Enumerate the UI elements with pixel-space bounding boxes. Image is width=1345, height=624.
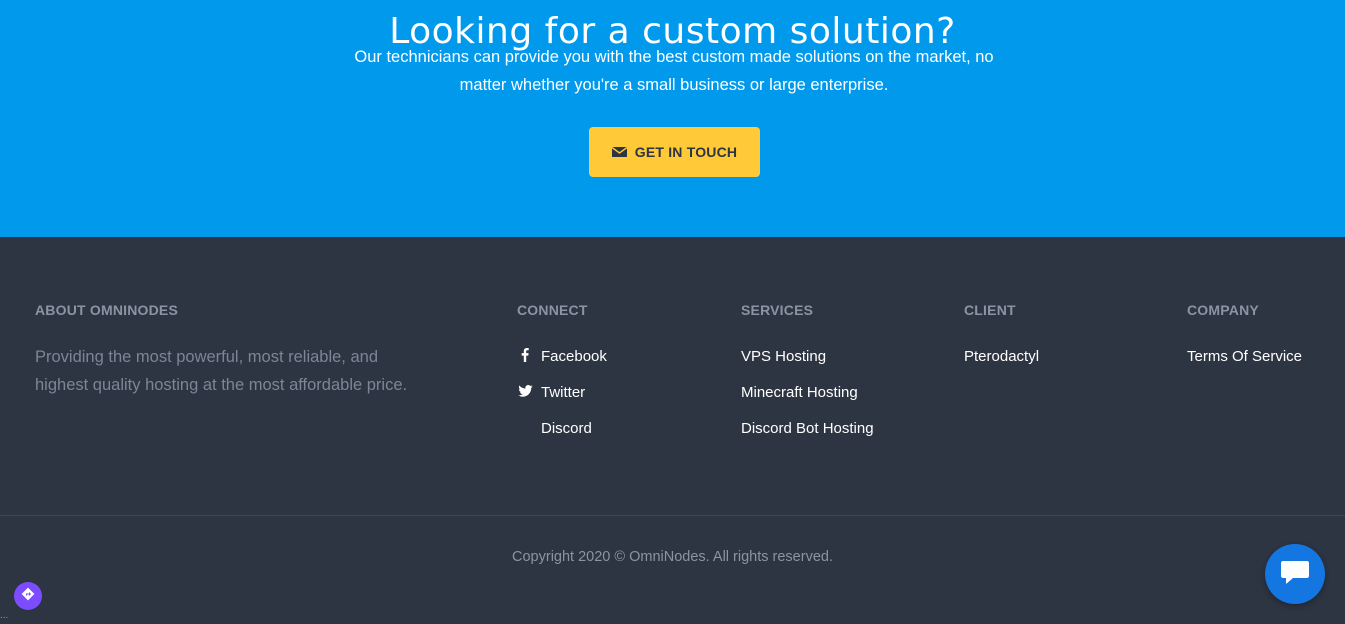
connect-list: Facebook Twitter Discord [517,345,607,453]
navigation-widget-button[interactable] [14,582,42,610]
minecraft-hosting-label: Minecraft Hosting [741,384,858,401]
get-in-touch-button[interactable]: GET IN TOUCH [589,127,760,177]
client-list: Pterodactyl [964,345,1039,381]
facebook-label: Facebook [541,348,607,365]
vps-hosting-label: VPS Hosting [741,348,827,365]
about-text: Providing the most powerful, most reliab… [35,348,408,394]
facebook-link[interactable]: Facebook [517,345,607,381]
facebook-icon [517,345,533,365]
site-footer: ABOUT OMNINODES Providing the most power… [0,237,1345,624]
footer-divider [0,515,1345,516]
corner-text: ... [0,610,9,621]
terms-of-service-link[interactable]: Terms Of Service [1187,345,1302,381]
about-heading: ABOUT OMNINODES [35,302,178,318]
twitter-link[interactable]: Twitter [517,381,607,417]
envelope-icon [611,146,627,158]
cta-section: Looking for a custom solution? Our techn… [0,0,1345,237]
company-list: Terms Of Service [1187,345,1302,381]
chat-icon [1280,559,1310,590]
discord-label: Discord [541,420,592,437]
chat-launcher-button[interactable] [1265,544,1325,604]
company-heading: COMPANY [1187,302,1259,318]
minecraft-hosting-link[interactable]: Minecraft Hosting [741,381,874,417]
cta-description: Our technicians can provide you with the… [354,48,994,94]
twitter-label: Twitter [541,384,586,401]
connect-heading: CONNECT [517,302,588,318]
twitter-icon [517,381,533,401]
vps-hosting-link[interactable]: VPS Hosting [741,345,874,381]
discord-bot-hosting-label: Discord Bot Hosting [741,420,874,437]
services-list: VPS Hosting Minecraft Hosting Discord Bo… [741,345,874,453]
discord-link[interactable]: Discord [517,417,607,453]
pterodactyl-link[interactable]: Pterodactyl [964,345,1039,381]
client-heading: CLIENT [964,302,1016,318]
direction-icon [21,587,35,606]
pterodactyl-label: Pterodactyl [964,348,1040,365]
discord-icon [517,417,533,437]
copyright-text: Copyright 2020 © OmniNodes. All rights r… [512,549,833,565]
discord-bot-hosting-link[interactable]: Discord Bot Hosting [741,417,874,453]
services-heading: SERVICES [741,302,814,318]
terms-of-service-label: Terms Of Service [1187,348,1303,365]
get-in-touch-label: GET IN TOUCH [634,144,738,160]
